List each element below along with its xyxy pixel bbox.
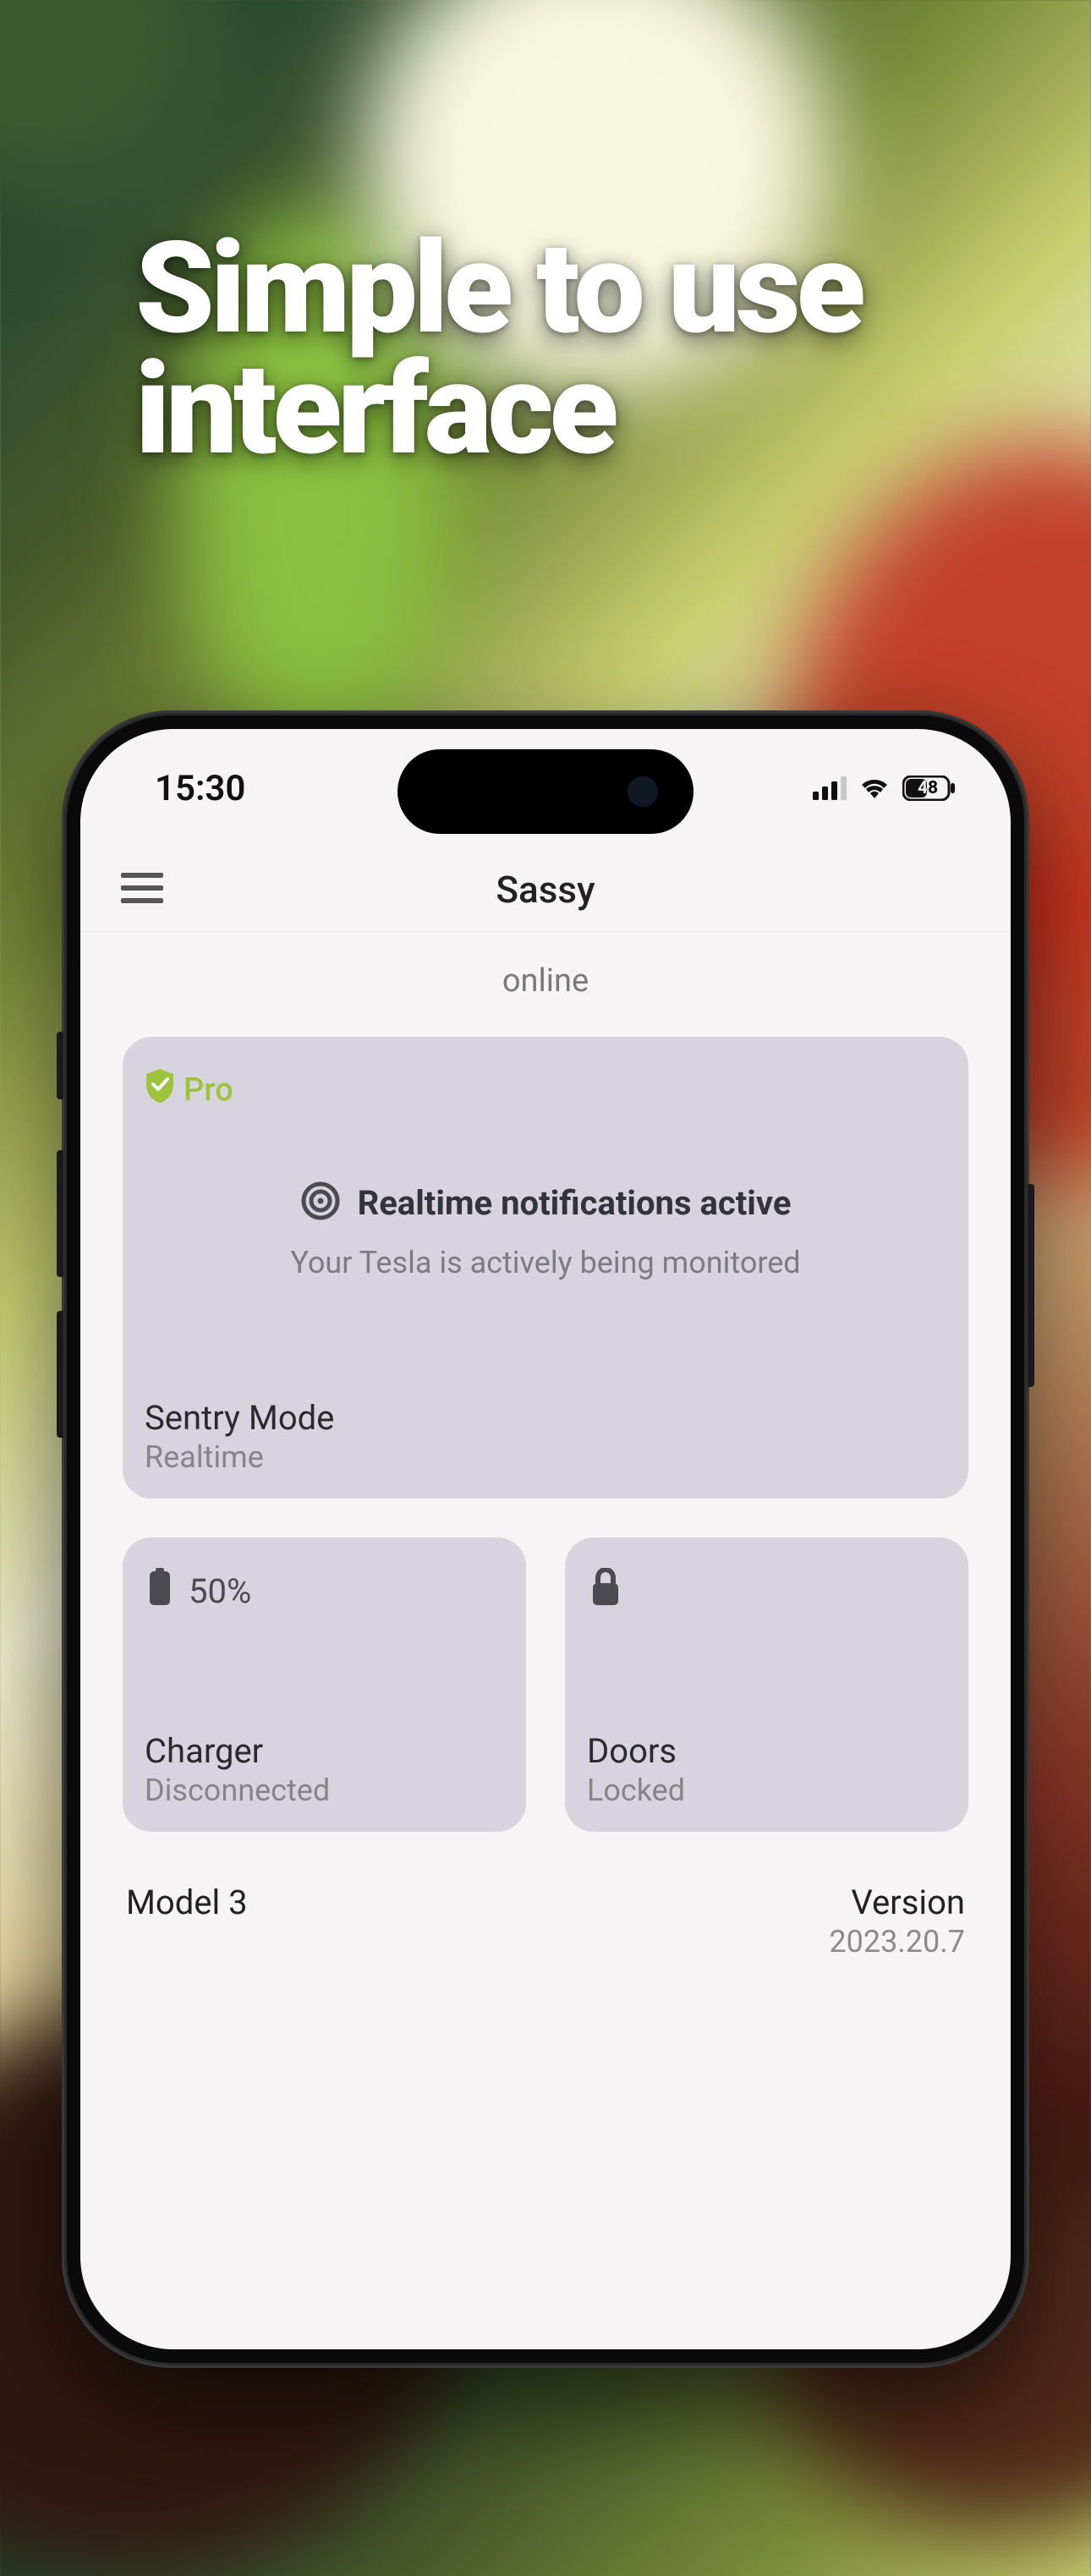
battery-icon: 48 xyxy=(902,776,955,801)
pro-badge: Pro xyxy=(143,1067,233,1113)
nav-bar: Sassy xyxy=(80,847,1011,932)
phone-frame: 15:30 48 S xyxy=(62,710,1029,2368)
version-number: 2023.20.7 xyxy=(829,1924,965,1959)
hamburger-icon xyxy=(121,891,163,907)
marketing-headline: Simple to use interface xyxy=(135,228,1091,469)
vehicle-model: Model 3 xyxy=(126,1883,248,1922)
battery-percent: 48 xyxy=(911,778,945,798)
charger-card[interactable]: 50% Charger Disconnected xyxy=(123,1537,526,1832)
menu-button[interactable] xyxy=(121,873,163,907)
connection-status: online xyxy=(123,962,968,1000)
battery-icon xyxy=(148,1568,172,1614)
battery-percent: 50% xyxy=(189,1571,251,1611)
charger-status: Disconnected xyxy=(145,1773,330,1808)
doors-card[interactable]: Doors Locked xyxy=(565,1537,968,1832)
sentry-label: Sentry Mode xyxy=(145,1398,334,1438)
charger-label: Charger xyxy=(145,1731,330,1771)
version-label: Version xyxy=(829,1883,965,1922)
notification-subtitle: Your Tesla is actively being monitored xyxy=(123,1245,968,1280)
sentry-mode: Realtime xyxy=(145,1439,334,1475)
doors-status: Locked xyxy=(587,1773,685,1808)
shield-check-icon xyxy=(143,1067,177,1113)
cellular-signal-icon xyxy=(813,776,847,800)
target-icon xyxy=(300,1181,341,1225)
doors-label: Doors xyxy=(587,1731,685,1771)
page-title: Sassy xyxy=(496,868,595,912)
notification-title: Realtime notifications active xyxy=(358,1183,792,1223)
sentry-card[interactable]: Pro Realtime notifications active Your T… xyxy=(123,1037,968,1499)
wifi-icon xyxy=(858,776,891,800)
status-bar: 15:30 48 xyxy=(80,763,1011,814)
pro-badge-label: Pro xyxy=(184,1072,233,1109)
status-time: 15:30 xyxy=(155,768,245,809)
lock-icon xyxy=(590,1568,621,1614)
